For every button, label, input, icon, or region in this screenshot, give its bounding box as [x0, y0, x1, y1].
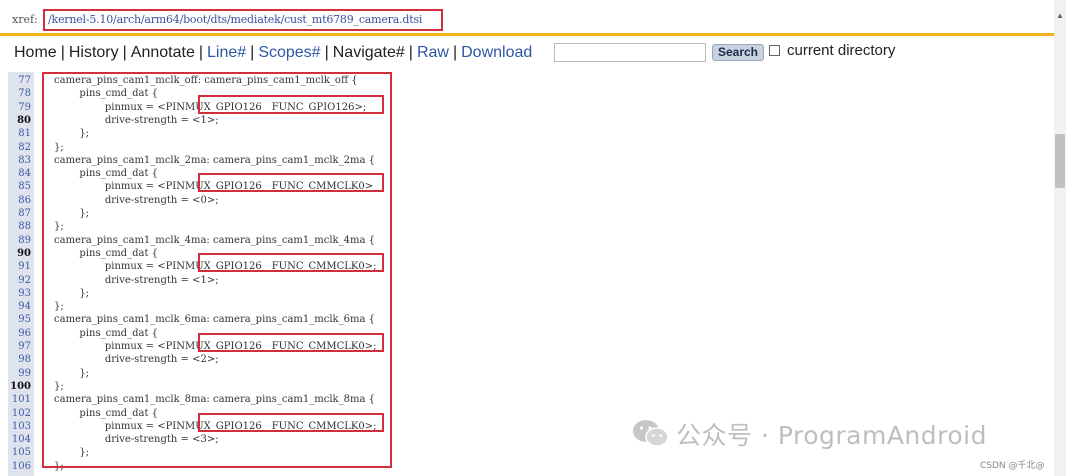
header-rule: [0, 33, 1054, 36]
pinmux-highlight-85: [198, 173, 384, 192]
line-number[interactable]: 92: [8, 274, 31, 287]
line-number[interactable]: 90: [8, 247, 31, 260]
search-button[interactable]: Search: [712, 44, 764, 61]
wechat-icon: [633, 420, 669, 447]
line-number[interactable]: 79: [8, 101, 31, 114]
line-number[interactable]: 103: [8, 420, 31, 433]
nav-item-raw[interactable]: Raw: [417, 44, 449, 62]
scroll-up-arrow-icon[interactable]: ▲: [1054, 10, 1066, 22]
line-number[interactable]: 81: [8, 127, 31, 140]
xref-bar: xref: /kernel-5.10/arch/arm64/boot/dts/m…: [0, 0, 1054, 34]
vertical-scrollbar[interactable]: [1054, 0, 1066, 476]
line-number[interactable]: 105: [8, 446, 31, 459]
line-number[interactable]: 98: [8, 353, 31, 366]
pinmux-highlight-91: [198, 253, 384, 272]
nav-menu: Home | History | Annotate | Line# | Scopes# | Navi…: [14, 41, 532, 65]
nav-item-download[interactable]: Download: [461, 44, 532, 62]
line-number[interactable]: 86: [8, 194, 31, 207]
nav-item-history[interactable]: History: [69, 44, 119, 62]
line-number[interactable]: 96: [8, 327, 31, 340]
pinmux-highlight-79: [198, 95, 384, 114]
nav-item-line[interactable]: Line#: [207, 44, 246, 62]
nav-separator: |: [198, 44, 203, 61]
line-number[interactable]: 95: [8, 313, 31, 326]
nav-separator: |: [60, 44, 65, 61]
line-number[interactable]: 87: [8, 207, 31, 220]
line-number[interactable]: 83: [8, 154, 31, 167]
line-number[interactable]: 80: [8, 114, 31, 127]
search-input[interactable]: [554, 43, 706, 62]
xref-path-link[interactable]: /kernel-5.10/arch/arm64/boot/dts/mediate…: [48, 13, 422, 26]
xref-label: xref:: [12, 13, 38, 26]
nav-separator: |: [408, 44, 413, 61]
line-number[interactable]: 93: [8, 287, 31, 300]
nav-item-navigate[interactable]: Navigate#: [333, 44, 405, 62]
pinmux-highlight-97: [198, 333, 384, 352]
line-number[interactable]: 106: [8, 460, 31, 473]
line-number[interactable]: 89: [8, 234, 31, 247]
nav-separator: |: [452, 44, 458, 61]
line-number[interactable]: 85: [8, 180, 31, 193]
nav-separator: |: [324, 44, 329, 61]
current-directory-label: current directory: [787, 42, 896, 59]
line-number[interactable]: 102: [8, 407, 31, 420]
nav-item-scopes[interactable]: Scopes#: [258, 44, 320, 62]
line-number[interactable]: 88: [8, 220, 31, 233]
watermark-text: 公众号 · ProgramAndroid: [676, 421, 987, 450]
line-number[interactable]: 94: [8, 300, 31, 313]
line-number[interactable]: 104: [8, 433, 31, 446]
line-number[interactable]: 101: [8, 393, 31, 406]
line-number[interactable]: 78: [8, 87, 31, 100]
line-number[interactable]: 82: [8, 141, 31, 154]
line-number[interactable]: 77: [8, 74, 31, 87]
nav-separator: |: [250, 44, 255, 61]
line-number[interactable]: 100: [8, 380, 31, 393]
nav-item-annotate[interactable]: Annotate: [131, 44, 195, 62]
line-number[interactable]: 97: [8, 340, 31, 353]
scrollbar-thumb[interactable]: [1055, 134, 1065, 188]
nav-item-home[interactable]: Home: [14, 44, 57, 62]
current-directory-checkbox[interactable]: [769, 45, 780, 56]
csdn-credit: CSDN @千北@: [980, 461, 1045, 471]
watermark: 公众号 · ProgramAndroid: [632, 414, 987, 454]
line-number[interactable]: 99: [8, 367, 31, 380]
line-number[interactable]: 84: [8, 167, 31, 180]
pinmux-highlight-103: [198, 413, 384, 432]
nav-separator: |: [122, 44, 127, 61]
line-number[interactable]: 91: [8, 260, 31, 273]
